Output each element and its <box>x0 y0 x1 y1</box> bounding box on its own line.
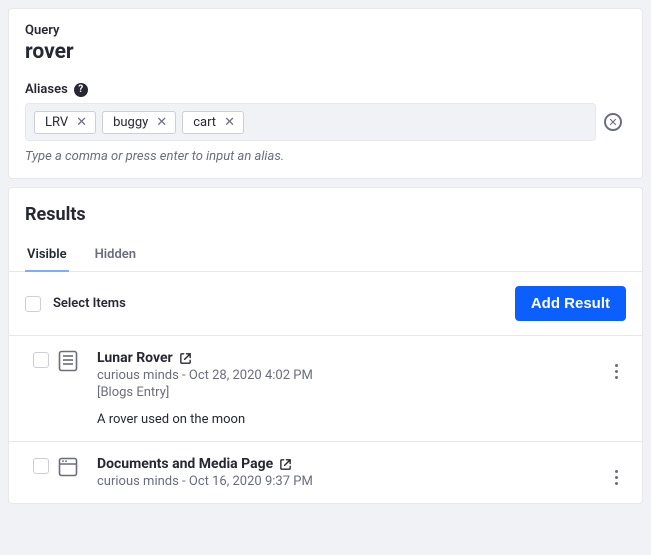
result-title: Lunar Rover <box>97 350 173 366</box>
alias-chip[interactable]: LRV ✕ <box>34 111 96 134</box>
query-label: Query <box>25 23 626 38</box>
document-icon <box>57 350 79 376</box>
result-checkbox-col <box>25 456 41 474</box>
results-title: Results <box>9 204 642 225</box>
alias-chip-label: LRV <box>45 115 68 130</box>
results-panel: Results Visible Hidden Select Items Add … <box>8 187 643 504</box>
result-checkbox[interactable] <box>33 352 49 368</box>
tab-visible[interactable]: Visible <box>25 247 69 272</box>
close-icon[interactable]: ✕ <box>156 116 167 129</box>
result-desc: A rover used on the moon <box>97 412 590 427</box>
add-result-button[interactable]: Add Result <box>515 286 626 321</box>
external-link-icon <box>179 352 192 365</box>
result-title: Documents and Media Page <box>97 456 273 472</box>
result-checkbox[interactable] <box>33 458 49 474</box>
kebab-menu-icon[interactable] <box>611 360 622 383</box>
external-link-icon <box>279 458 292 471</box>
help-icon[interactable]: ? <box>74 83 88 97</box>
result-title-row[interactable]: Lunar Rover <box>97 350 590 366</box>
aliases-label-row: Aliases ? <box>25 82 626 97</box>
tabs: Visible Hidden <box>9 247 642 272</box>
page-icon <box>57 456 79 482</box>
result-tag: [Blogs Entry] <box>97 385 590 400</box>
result-icon-col <box>57 350 81 376</box>
aliases-label: Aliases <box>25 82 68 97</box>
aliases-chips-container[interactable]: LRV ✕ buggy ✕ cart ✕ <box>25 103 596 141</box>
result-checkbox-col <box>25 350 41 368</box>
tab-hidden[interactable]: Hidden <box>93 247 138 272</box>
close-icon[interactable]: ✕ <box>224 116 235 129</box>
alias-chip-label: cart <box>193 115 216 130</box>
result-actions <box>606 350 626 383</box>
clear-aliases-button[interactable]: ✕ <box>604 113 622 131</box>
result-icon-col <box>57 456 81 482</box>
result-meta: curious minds - Oct 28, 2020 4:02 PM <box>97 368 590 383</box>
result-title-row[interactable]: Documents and Media Page <box>97 456 590 472</box>
result-meta: curious minds - Oct 16, 2020 9:37 PM <box>97 474 590 489</box>
kebab-menu-icon[interactable] <box>611 466 622 489</box>
close-icon[interactable]: ✕ <box>76 116 87 129</box>
result-body: Documents and Media Page curious minds -… <box>97 456 590 489</box>
query-value: rover <box>25 40 626 64</box>
alias-chip-label: buggy <box>113 115 148 130</box>
aliases-input-row: LRV ✕ buggy ✕ cart ✕ ✕ <box>25 103 626 141</box>
results-toolbar: Select Items Add Result <box>9 272 642 335</box>
select-all-checkbox[interactable] <box>25 296 41 312</box>
aliases-hint: Type a comma or press enter to input an … <box>25 149 626 164</box>
alias-chip[interactable]: cart ✕ <box>182 111 244 134</box>
result-actions <box>606 456 626 489</box>
result-item: Documents and Media Page curious minds -… <box>9 441 642 503</box>
toolbar-left: Select Items <box>25 296 126 312</box>
result-item: Lunar Rover curious minds - Oct 28, 2020… <box>9 335 642 441</box>
query-panel: Query rover Aliases ? LRV ✕ buggy ✕ cart… <box>8 8 643 179</box>
result-body: Lunar Rover curious minds - Oct 28, 2020… <box>97 350 590 427</box>
alias-chip[interactable]: buggy ✕ <box>102 111 176 134</box>
select-items-label: Select Items <box>53 296 126 311</box>
